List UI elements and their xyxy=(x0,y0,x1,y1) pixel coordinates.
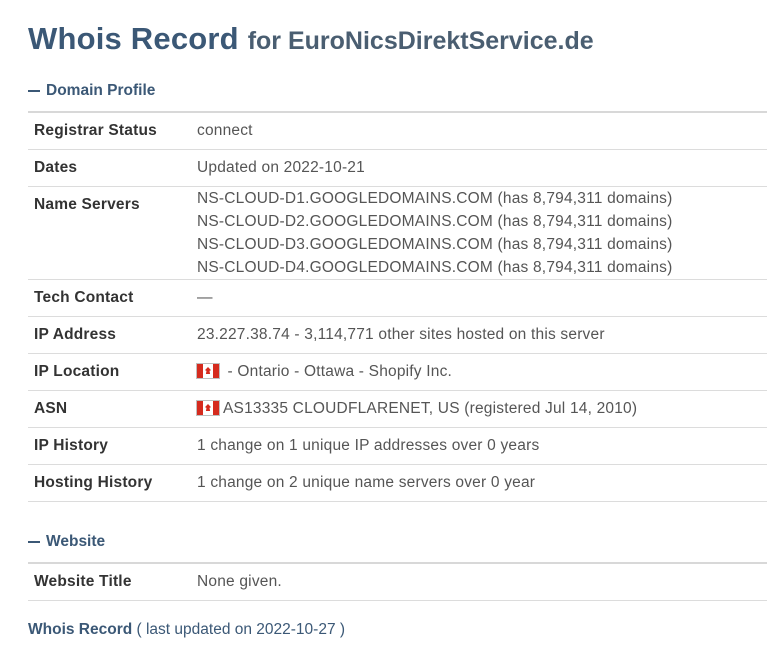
ip-location-text: - Ontario - Ottawa - Shopify Inc. xyxy=(223,363,453,380)
page-title-domain: for EuroNicsDirektService.de xyxy=(247,27,594,55)
name-server-item: NS-CLOUD-D3.GOOGLEDOMAINS.COM (has 8,794… xyxy=(197,236,673,253)
table-row-ip-address: IP Address 23.227.38.74 - 3,114,771 othe… xyxy=(28,316,767,354)
table-row-tech-contact: Tech Contact — xyxy=(28,279,767,317)
row-label: Name Servers xyxy=(34,196,140,213)
row-label: Registrar Status xyxy=(34,122,157,139)
name-server-item: NS-CLOUD-D4.GOOGLEDOMAINS.COM (has 8,794… xyxy=(197,259,673,276)
canada-flag-icon xyxy=(197,364,219,378)
table-row-hosting-history: Hosting History 1 change on 2 unique nam… xyxy=(28,464,767,502)
footer: Whois Record ( last updated on 2022-10-2… xyxy=(28,618,345,642)
page-title-main: Whois Record xyxy=(28,21,239,56)
row-label: ASN xyxy=(34,400,68,417)
website-title-header: Website xyxy=(46,533,106,550)
row-value: 1 change on 2 unique name servers over 0… xyxy=(197,474,536,491)
row-label: Dates xyxy=(34,159,78,176)
collapse-minus-icon xyxy=(28,89,40,93)
website-header[interactable]: Website xyxy=(28,530,105,554)
website-table: Website Title None given. xyxy=(28,562,767,601)
row-label: Tech Contact xyxy=(34,289,134,306)
row-label: IP Address xyxy=(34,326,117,343)
row-value: — xyxy=(197,289,213,306)
table-row-registrar-status: Registrar Status connect xyxy=(28,112,767,150)
row-label: Website Title xyxy=(34,573,132,590)
whois-page: Whois Record for EuroNicsDirektService.d… xyxy=(0,0,767,648)
row-value: Updated on 2022-10-21 xyxy=(197,159,365,176)
table-row-website-title: Website Title None given. xyxy=(28,563,767,601)
domain-profile-title: Domain Profile xyxy=(46,82,156,99)
name-server-item: NS-CLOUD-D1.GOOGLEDOMAINS.COM (has 8,794… xyxy=(197,190,673,207)
row-label: IP Location xyxy=(34,363,120,380)
row-value: AS13335 CLOUDFLARENET, US (registered Ju… xyxy=(197,391,767,428)
domain-profile-table: Registrar Status connect Dates Updated o… xyxy=(28,111,767,502)
table-row-asn: ASN AS13335 CLOUDFLARENET, US (registere… xyxy=(28,390,767,428)
name-server-item: NS-CLOUD-D2.GOOGLEDOMAINS.COM (has 8,794… xyxy=(197,213,673,230)
row-label: IP History xyxy=(34,437,109,454)
page-title: Whois Record for EuroNicsDirektService.d… xyxy=(28,18,594,61)
row-value: connect xyxy=(197,122,253,139)
row-value: - Ontario - Ottawa - Shopify Inc. xyxy=(197,354,767,391)
row-value: 23.227.38.74 - 3,114,771 other sites hos… xyxy=(197,326,605,343)
last-updated-note: ( last updated on 2022-10-27 ) xyxy=(136,621,346,638)
table-row-dates: Dates Updated on 2022-10-21 xyxy=(28,149,767,187)
name-server-list: NS-CLOUD-D1.GOOGLEDOMAINS.COM (has 8,794… xyxy=(197,187,767,280)
row-label: Hosting History xyxy=(34,474,153,491)
whois-record-link[interactable]: Whois Record xyxy=(28,621,132,638)
canada-flag-icon xyxy=(197,401,219,415)
table-row-ip-location: IP Location - Ontario - Ottawa - Shopify… xyxy=(28,353,767,391)
collapse-minus-icon xyxy=(28,540,40,544)
row-value: 1 change on 1 unique IP addresses over 0… xyxy=(197,437,540,454)
row-value: None given. xyxy=(197,573,282,590)
domain-profile-header[interactable]: Domain Profile xyxy=(28,79,155,103)
table-row-name-servers: Name Servers NS-CLOUD-D1.GOOGLEDOMAINS.C… xyxy=(28,186,767,280)
asn-text: AS13335 CLOUDFLARENET, US (registered Ju… xyxy=(223,400,638,417)
table-row-ip-history: IP History 1 change on 1 unique IP addre… xyxy=(28,427,767,465)
